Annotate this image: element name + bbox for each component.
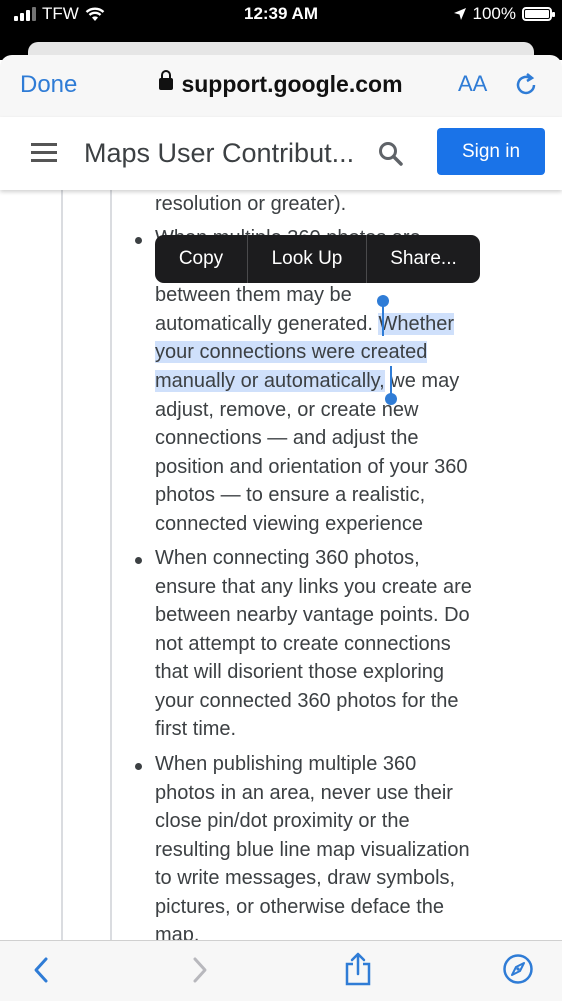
text-line: between nearby vantage points. Do — [155, 604, 470, 626]
text-line: to write messages, draw symbols, — [155, 867, 456, 889]
text-line: position and orientation of your 360 — [155, 456, 468, 478]
share-menu-item[interactable]: Share... — [367, 235, 480, 283]
text-line: manually or automatically, we may — [155, 367, 485, 396]
page-title: Maps User Contribut... — [84, 138, 355, 168]
bullet-marker — [135, 763, 142, 770]
text-line: your connected 360 photos for the — [155, 690, 459, 712]
text-line: between them may be — [155, 284, 352, 306]
text-line: When connecting 360 photos, — [155, 547, 420, 569]
search-icon[interactable] — [378, 141, 404, 167]
site-header: Maps User Contribut... Sign in — [0, 117, 562, 190]
text-size-button[interactable]: AA — [458, 71, 487, 97]
text-span: automatically generated. — [155, 313, 379, 335]
sign-in-button[interactable]: Sign in — [437, 128, 545, 175]
reload-icon[interactable] — [512, 71, 540, 99]
text-line: connections — and adjust the — [155, 427, 419, 449]
bullet-marker — [135, 557, 142, 564]
text-line: When publishing multiple 360 — [155, 753, 417, 775]
text-line: resulting blue line map visualization — [155, 839, 470, 861]
text-line: adjust, remove, or create new — [155, 399, 419, 421]
text-line: that will disorient those exploring — [155, 661, 445, 683]
menu-icon[interactable] — [31, 143, 57, 163]
bottom-toolbar — [0, 940, 562, 1001]
share-icon[interactable] — [343, 951, 373, 987]
article-content: resolution or greater). When multiple 36… — [0, 190, 562, 940]
safari-compass-icon[interactable] — [502, 953, 534, 985]
text-line: resolution or greater). — [155, 193, 347, 215]
text-line: not attempt to create connections — [155, 633, 451, 655]
url-text: support.google.com — [181, 71, 403, 97]
text-line: automatically generated. Whether — [155, 310, 485, 339]
text-line: photos — to ensure a realistic, — [155, 484, 426, 506]
selection-start-cursor — [382, 302, 384, 336]
location-arrow-icon — [453, 8, 466, 20]
battery-percent: 100% — [472, 4, 516, 23]
battery-icon — [522, 7, 555, 21]
nav-rule-outer — [61, 190, 63, 940]
selection-end-cursor — [390, 366, 392, 396]
text-line: your connections were created — [155, 338, 485, 367]
status-bar: TFW 12:39 AM 100% — [0, 0, 562, 30]
selected-text[interactable]: Whether — [378, 313, 455, 335]
bullet-marker — [135, 237, 142, 244]
lock-icon — [159, 69, 174, 90]
edit-menu: Copy Look Up Share... — [155, 235, 480, 283]
text-line: map. — [155, 924, 200, 940]
text-line: first time. — [155, 718, 237, 740]
nav-rule-inner — [110, 190, 112, 940]
status-right: 100% — [453, 4, 555, 24]
browser-toolbar: Done support.google.com AA — [0, 55, 562, 118]
text-line: close pin/dot proximity or the — [155, 810, 410, 832]
look-up-menu-item[interactable]: Look Up — [248, 235, 366, 283]
selected-text[interactable]: your connections were created — [155, 341, 428, 363]
text-line: connected viewing experience — [155, 513, 423, 535]
text-span: we may — [384, 370, 460, 392]
forward-icon[interactable] — [189, 955, 211, 985]
copy-menu-item[interactable]: Copy — [155, 235, 247, 283]
back-icon[interactable] — [30, 955, 52, 985]
text-line: photos in an area, never use their — [155, 782, 453, 804]
text-line: ensure that any links you create are — [155, 576, 472, 598]
selection-end-handle[interactable] — [385, 393, 397, 405]
selected-text[interactable]: manually or automatically, — [155, 370, 385, 392]
text-line: pictures, or otherwise deface the — [155, 896, 445, 918]
